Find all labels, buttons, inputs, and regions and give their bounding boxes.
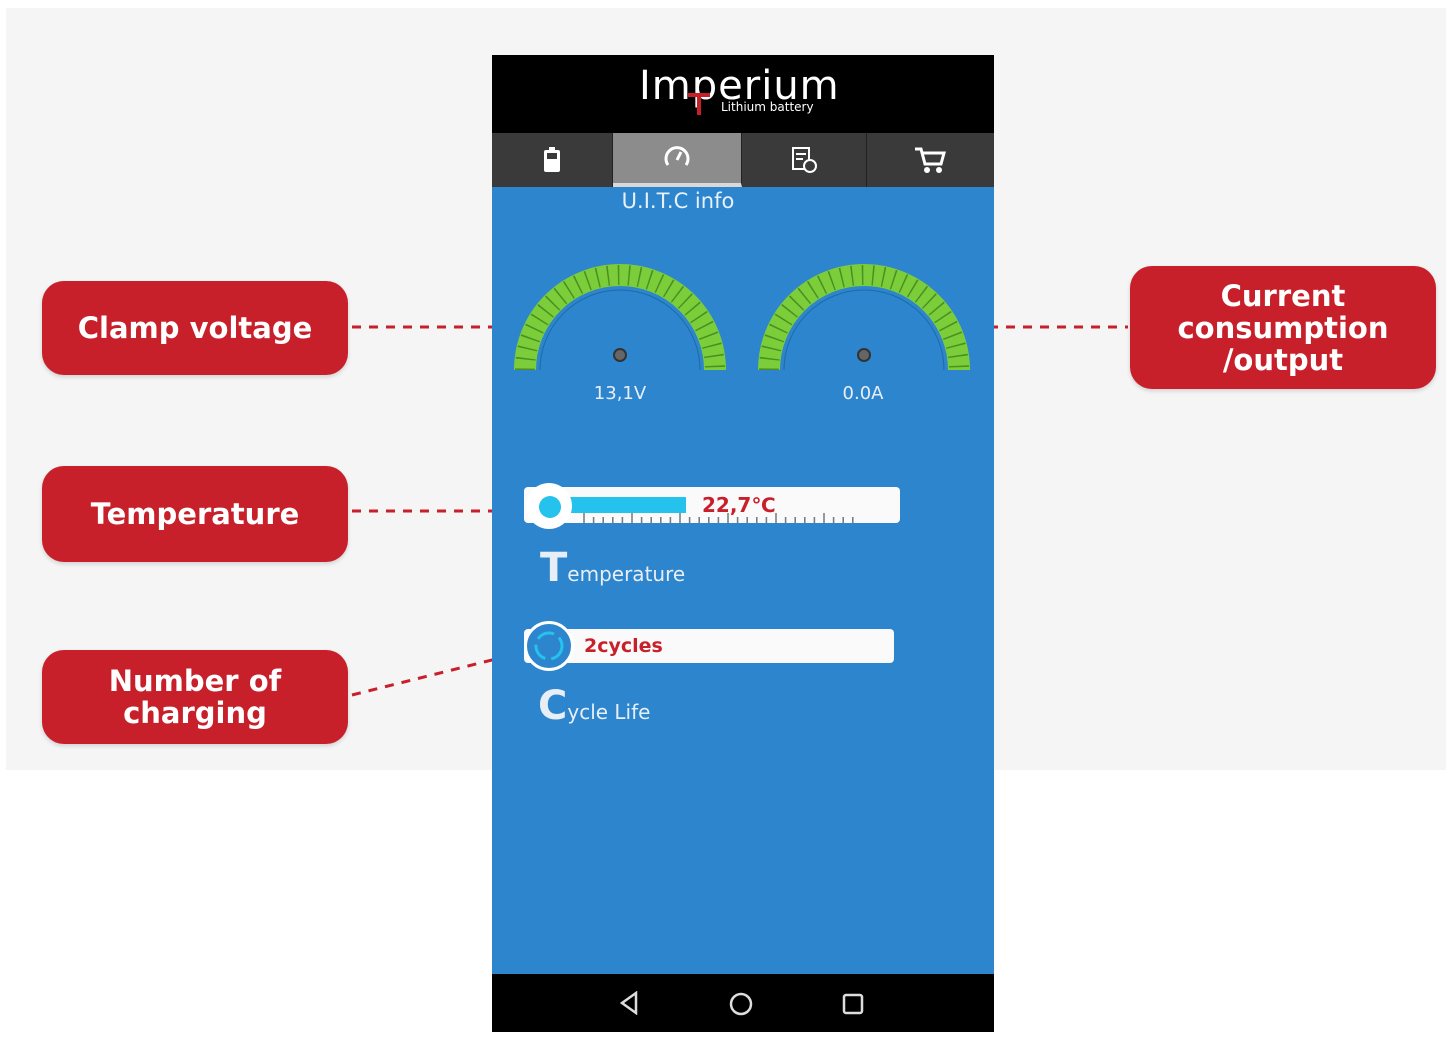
back-icon[interactable] — [618, 991, 640, 1015]
cycle-bar — [524, 629, 894, 663]
temperature-label: Temperature — [540, 545, 685, 591]
tab-uitc-info[interactable] — [612, 133, 742, 187]
clamp-voltage-callout-text: Clamp voltage — [77, 311, 313, 345]
temperature-callout-text: Temperature — [90, 497, 300, 531]
report-icon — [791, 147, 817, 173]
voltage-value: 13,1V — [593, 383, 647, 404]
current-value: 0.0A — [842, 383, 884, 404]
current-gauge — [758, 264, 970, 371]
current-callout: Current consumption /output — [1130, 266, 1436, 389]
clamp-voltage-callout: Clamp voltage — [42, 281, 348, 375]
cycle-life-label-initial: C — [538, 683, 568, 729]
tab-battery[interactable] — [492, 133, 613, 187]
charging-callout-line1: Number of — [108, 664, 282, 698]
recents-icon[interactable] — [841, 992, 865, 1016]
app-logo-subtitle: Lithium battery — [721, 100, 814, 114]
tab-cart[interactable] — [867, 133, 994, 187]
logo-cross-icon — [688, 93, 710, 115]
temperature-value: 22,7℃ — [702, 493, 776, 517]
tab-bar — [492, 133, 994, 187]
current-callout-line1: Current — [1220, 278, 1346, 313]
android-nav-bar — [492, 974, 994, 1032]
cycle-count-value: 2cycles — [584, 635, 663, 657]
temperature-label-rest: emperature — [567, 562, 686, 586]
screen-title: U.I.T.C info — [621, 189, 735, 213]
temperature-callout: Temperature — [42, 466, 348, 562]
charging-callout: Number of charging — [42, 650, 348, 744]
voltage-gauge — [514, 264, 726, 371]
cycle-life-label-rest: ycle Life — [567, 700, 651, 724]
voltage-needle-pivot — [613, 348, 627, 362]
temperature-label-initial: T — [540, 545, 568, 591]
current-callout-line3: /output — [1222, 342, 1344, 377]
cart-icon — [915, 147, 947, 173]
thermometer-icon — [539, 496, 561, 518]
app-header: Imperium Lithium battery — [492, 55, 994, 133]
tab-report[interactable] — [742, 133, 867, 187]
cycle-arrows-icon — [534, 631, 564, 661]
cycle-icon — [524, 621, 574, 671]
home-icon[interactable] — [728, 991, 754, 1017]
gauge-icon — [664, 146, 690, 166]
current-callout-line2: consumption — [1177, 310, 1389, 345]
phone-screen: Imperium Lithium battery U.I.T.C info 13… — [492, 55, 994, 1032]
cycle-life-label: Cycle Life — [538, 683, 650, 729]
current-needle-pivot — [857, 348, 871, 362]
charging-callout-line2: charging — [123, 696, 267, 730]
battery-icon — [543, 147, 560, 172]
